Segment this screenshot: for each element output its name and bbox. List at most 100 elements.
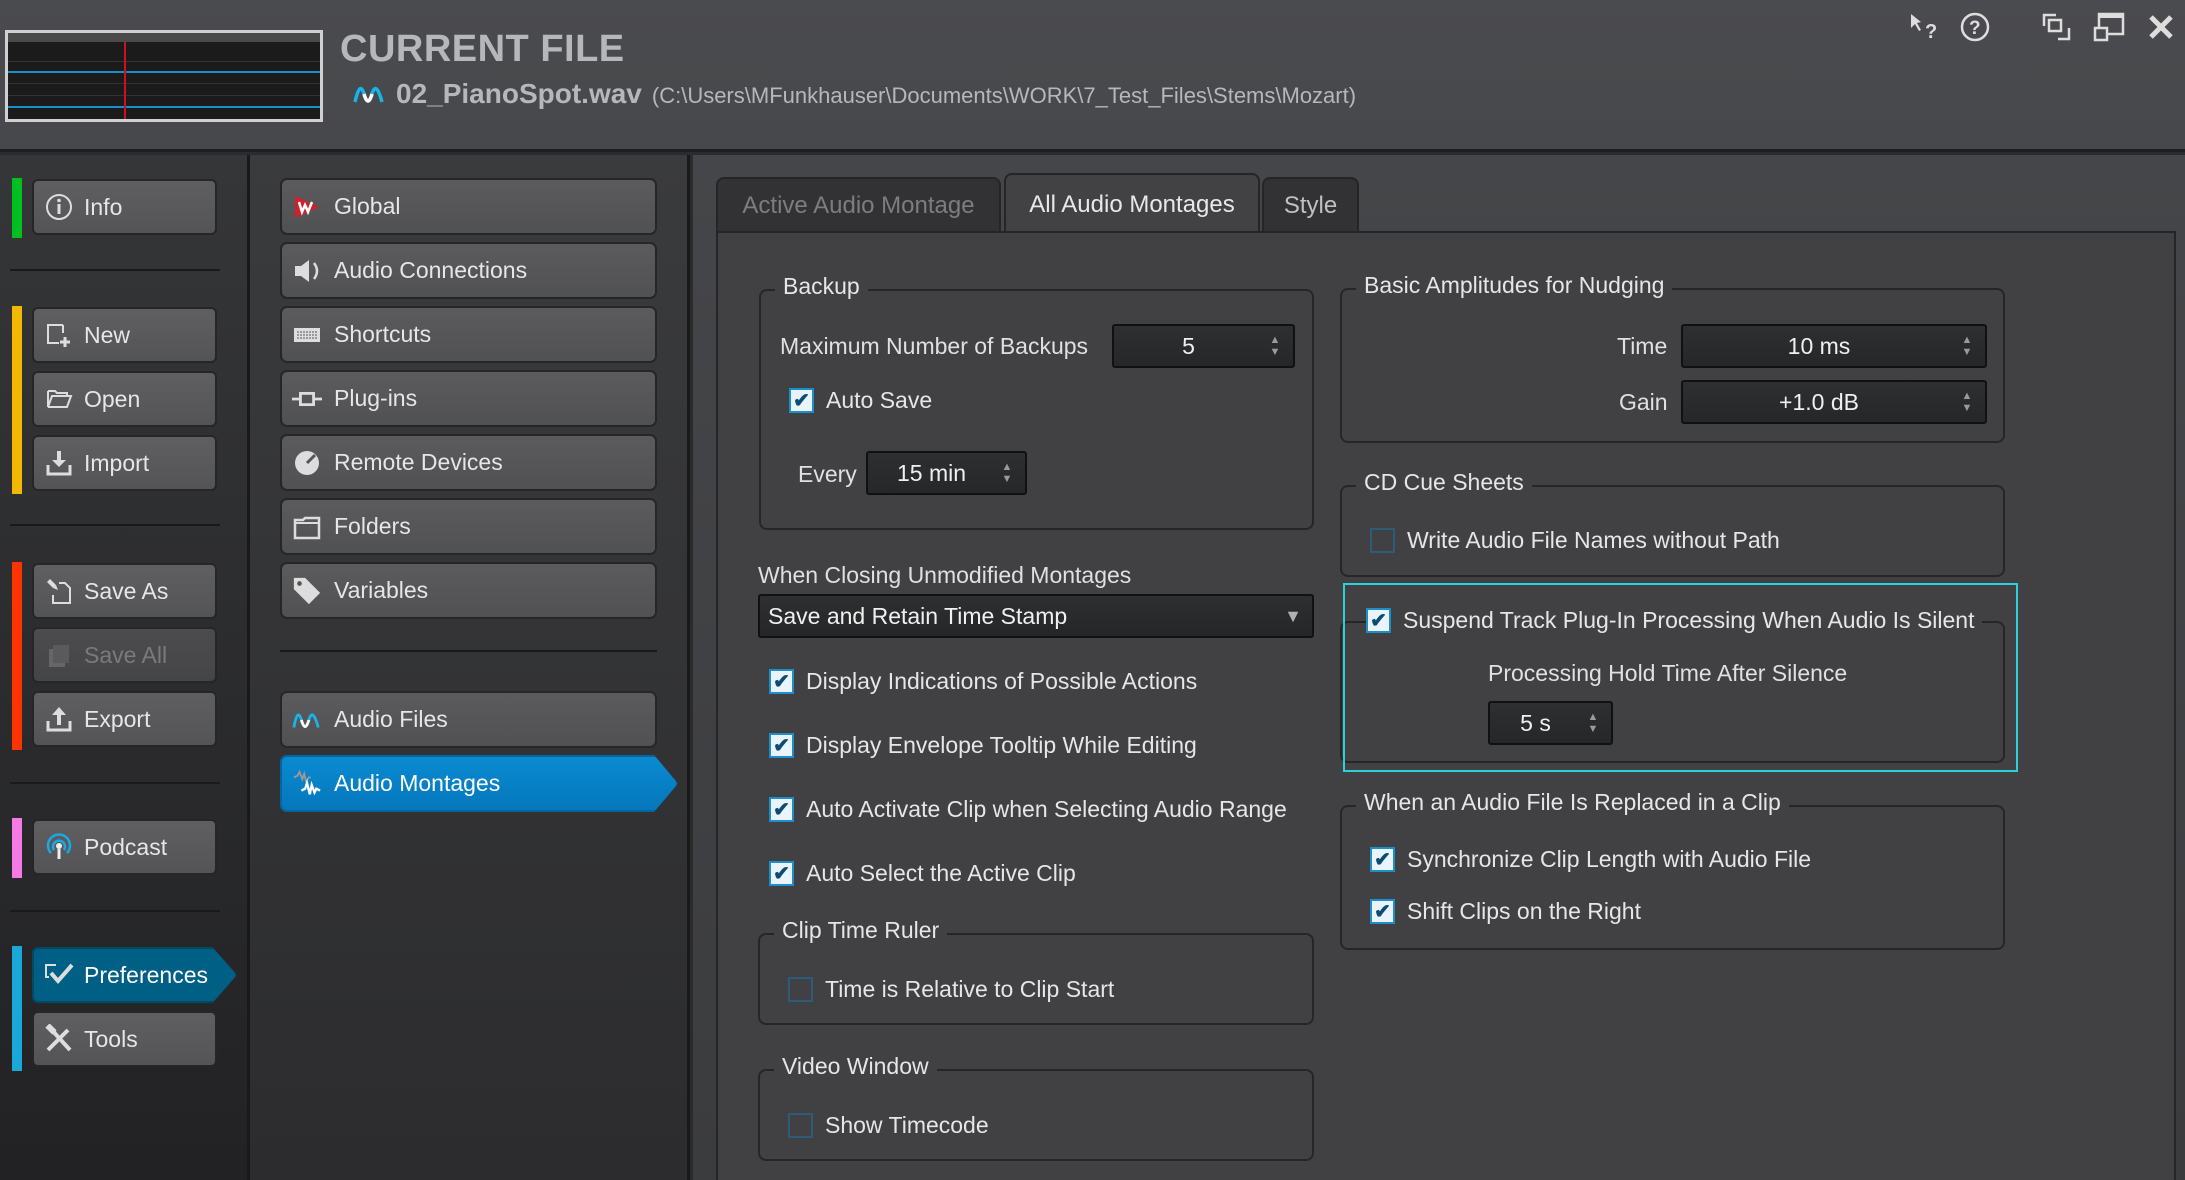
- prefs-item-shortcuts[interactable]: Shortcuts: [280, 306, 657, 363]
- checkbox-label: Auto Select the Active Clip: [806, 860, 1076, 886]
- waveform-icon: [353, 86, 384, 103]
- up-arrow-icon[interactable]: ▲: [1002, 461, 1013, 473]
- checkbox-label: Auto Activate Clip when Selecting Audio …: [806, 796, 1287, 822]
- checkbox[interactable]: ✔: [769, 797, 794, 822]
- nudge-gain-spinbox[interactable]: +1.0 dB ▲ ▼: [1681, 380, 1987, 424]
- save-all-icon: [44, 640, 74, 670]
- current-file-row: 02_PianoSpot.wav (C:\Users\MFunkhauser\D…: [352, 78, 1356, 110]
- sidebar-item-label: New: [84, 321, 131, 348]
- checkbox[interactable]: [788, 977, 813, 1002]
- sidebar-divider: [10, 269, 220, 271]
- option-display-indications[interactable]: ✔ Display Indications of Possible Action…: [769, 668, 1197, 695]
- suspend-processing-checkbox[interactable]: ✔ Suspend Track Plug-In Processing When …: [1366, 607, 1983, 634]
- whats-this-icon[interactable]: ?: [1907, 10, 1941, 44]
- thumbnail-waveform-right: [8, 106, 320, 108]
- checkbox[interactable]: ✔: [1370, 899, 1395, 924]
- thumbnail-gridline: [8, 61, 320, 62]
- sidebar-item-import[interactable]: Import: [32, 435, 217, 491]
- nudge-gain-label: Gain: [1619, 389, 1668, 415]
- prefs-item-plug-ins[interactable]: Plug-ins: [280, 370, 657, 427]
- group-title: Backup: [775, 273, 868, 300]
- down-arrow-icon[interactable]: ▼: [1002, 473, 1013, 485]
- checkbox[interactable]: ✔: [789, 388, 814, 413]
- down-arrow-icon[interactable]: ▼: [1588, 723, 1599, 735]
- checkbox[interactable]: ✔: [769, 669, 794, 694]
- spin-arrows[interactable]: ▲ ▼: [1955, 334, 1979, 358]
- up-arrow-icon[interactable]: ▲: [1962, 390, 1973, 402]
- up-arrow-icon[interactable]: ▲: [1588, 711, 1599, 723]
- prefs-item-global[interactable]: Global: [280, 178, 657, 235]
- sidebar-item-save-as[interactable]: Save As: [32, 563, 217, 619]
- option-envelope-tooltip[interactable]: ✔ Display Envelope Tooltip While Editing: [769, 732, 1197, 759]
- spin-arrows[interactable]: ▲ ▼: [1955, 390, 1979, 414]
- prefs-item-remote-devices[interactable]: Remote Devices: [280, 434, 657, 491]
- down-arrow-icon[interactable]: ▼: [1962, 346, 1973, 358]
- new-file-icon: [44, 320, 74, 350]
- auto-save-checkbox[interactable]: ✔ Auto Save: [789, 387, 932, 414]
- down-arrow-icon[interactable]: ▼: [1270, 346, 1281, 358]
- prefs-item-audio-files[interactable]: Audio Files: [280, 691, 657, 748]
- show-timecode-checkbox[interactable]: Show Timecode: [788, 1112, 989, 1139]
- prefs-item-variables[interactable]: Variables: [280, 562, 657, 619]
- prefs-item-label: Audio Montages: [334, 770, 501, 796]
- sidebar-item-label: Open: [84, 385, 141, 412]
- waveform-thumbnail[interactable]: [5, 30, 323, 122]
- sidebar-item-tools[interactable]: Tools: [32, 1011, 217, 1067]
- tab-style[interactable]: Style: [1262, 177, 1359, 233]
- sidebar-item-podcast[interactable]: Podcast: [32, 819, 217, 875]
- file-path: (C:\Users\MFunkhauser\Documents\WORK\7_T…: [651, 83, 1357, 108]
- spin-arrows[interactable]: ▲ ▼: [995, 461, 1019, 485]
- checkbox[interactable]: [788, 1113, 813, 1138]
- prefs-item-audio-montages[interactable]: Audio Montages: [280, 755, 678, 812]
- time-relative-checkbox[interactable]: Time is Relative to Clip Start: [788, 976, 1114, 1003]
- prefs-item-label: Plug-ins: [334, 385, 418, 411]
- tools-icon: [44, 1024, 74, 1054]
- page-title: CURRENT FILE: [340, 28, 625, 70]
- up-arrow-icon[interactable]: ▲: [1270, 334, 1281, 346]
- folder-open-icon: [44, 384, 74, 414]
- prefs-item-label: Global: [334, 193, 401, 219]
- checkbox[interactable]: ✔: [769, 861, 794, 886]
- tab-active-audio-montage[interactable]: Active Audio Montage: [716, 177, 1001, 233]
- up-arrow-icon[interactable]: ▲: [1962, 334, 1973, 346]
- prefs-item-label: Remote Devices: [334, 449, 503, 475]
- checkbox[interactable]: ✔: [1366, 608, 1391, 633]
- checkbox-label: Show Timecode: [825, 1112, 989, 1138]
- shift-clips-checkbox[interactable]: ✔ Shift Clips on the Right: [1370, 898, 1641, 925]
- option-auto-select-clip[interactable]: ✔ Auto Select the Active Clip: [769, 860, 1076, 887]
- sidebar-item-label: Info: [84, 193, 123, 220]
- prefs-item-folders[interactable]: Folders: [280, 498, 657, 555]
- hold-time-spinbox[interactable]: 5 s ▲ ▼: [1488, 701, 1613, 745]
- write-filenames-checkbox[interactable]: Write Audio File Names without Path: [1370, 527, 1780, 554]
- group-title: CD Cue Sheets: [1356, 469, 1532, 496]
- prefs-item-audio-connections[interactable]: Audio Connections: [280, 242, 657, 299]
- spin-arrows[interactable]: ▲ ▼: [1581, 711, 1605, 735]
- spin-value: 15 min: [896, 459, 967, 486]
- close-icon[interactable]: [2144, 10, 2178, 44]
- checkbox[interactable]: [1370, 528, 1395, 553]
- checkbox[interactable]: ✔: [769, 733, 794, 758]
- folder-icon: [292, 512, 322, 542]
- auto-save-interval-spinbox[interactable]: 15 min ▲ ▼: [866, 451, 1027, 495]
- sync-clip-length-checkbox[interactable]: ✔ Synchronize Clip Length with Audio Fil…: [1370, 846, 1811, 873]
- sidebar-item-new[interactable]: New: [32, 307, 217, 363]
- nudge-time-spinbox[interactable]: 10 ms ▲ ▼: [1681, 324, 1987, 368]
- sidebar-item-preferences[interactable]: Preferences: [32, 947, 237, 1003]
- sidebar-item-open[interactable]: Open: [32, 371, 217, 427]
- sidebar-item-info[interactable]: Info: [32, 179, 217, 235]
- sidebar-item-label: Import: [84, 449, 150, 476]
- option-auto-activate-clip[interactable]: ✔ Auto Activate Clip when Selecting Audi…: [769, 796, 1287, 823]
- restore-windows-icon[interactable]: [2040, 10, 2074, 44]
- tab-all-audio-montages[interactable]: All Audio Montages: [1004, 173, 1260, 234]
- spin-arrows[interactable]: ▲ ▼: [1263, 334, 1287, 358]
- sidebar-item-save-all[interactable]: Save All: [32, 627, 217, 683]
- closing-behavior-select[interactable]: Save and Retain Time Stamp ▼: [758, 594, 1314, 638]
- header: CURRENT FILE 02_PianoSpot.wav (C:\Users\…: [0, 0, 2185, 152]
- sidebar-item-export[interactable]: Export: [32, 691, 217, 747]
- checkbox[interactable]: ✔: [1370, 847, 1395, 872]
- down-arrow-icon[interactable]: ▼: [1962, 402, 1973, 414]
- max-backups-spinbox[interactable]: 5 ▲ ▼: [1112, 324, 1295, 368]
- maximize-icon[interactable]: [2092, 10, 2126, 44]
- help-icon[interactable]: ?: [1958, 10, 1992, 44]
- prefs-item-label: Audio Files: [334, 706, 448, 732]
